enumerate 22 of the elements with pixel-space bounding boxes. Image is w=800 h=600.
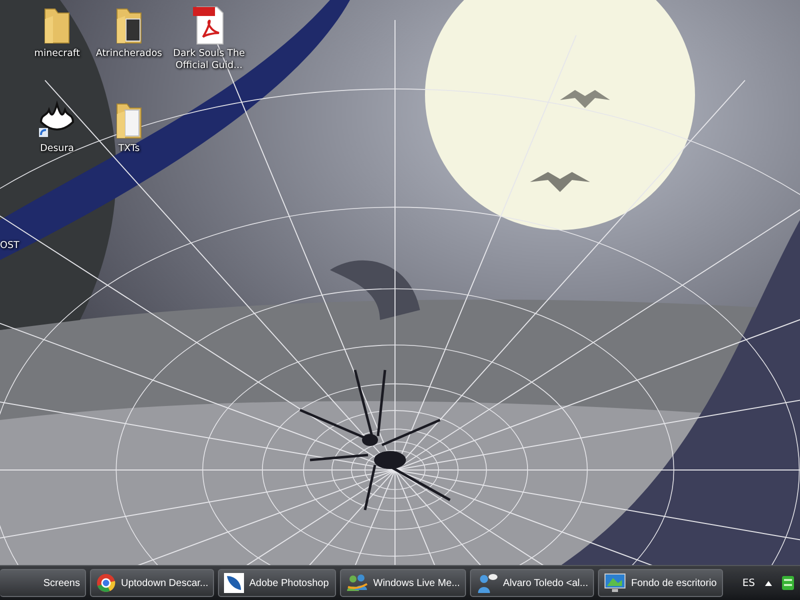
taskbar-button[interactable]: Alvaro Toledo <al... — [470, 569, 594, 597]
icon-label[interactable]: Atrincherados — [96, 48, 162, 60]
monitor-icon — [604, 573, 626, 593]
taskbar-button[interactable]: Windows Live Me... — [340, 569, 466, 597]
browser-icon — [96, 573, 116, 593]
up-arrow-icon[interactable] — [765, 580, 772, 586]
icon-label[interactable]: Desura — [40, 143, 74, 155]
taskbar-button[interactable]: Fondo de escritorio — [598, 569, 723, 597]
network-icon[interactable] — [782, 576, 794, 590]
icon-label[interactable]: TXTs — [118, 143, 140, 155]
taskbar-button[interactable]: Screens — [0, 569, 86, 597]
bat-drawing — [560, 90, 610, 108]
feather-icon — [224, 573, 244, 593]
taskbar-button[interactable]: Adobe Photoshop — [218, 569, 336, 597]
icon-label[interactable]: OST — [0, 240, 20, 252]
person-icon — [476, 573, 498, 593]
people-icon — [346, 573, 368, 593]
crown-shortcut-icon — [37, 100, 77, 140]
bat-drawing — [530, 172, 590, 192]
language-indicator[interactable]: ES — [742, 578, 755, 588]
icon-label[interactable]: minecraft — [34, 48, 80, 60]
taskbar-button[interactable]: Uptodown Descar... — [90, 569, 214, 597]
